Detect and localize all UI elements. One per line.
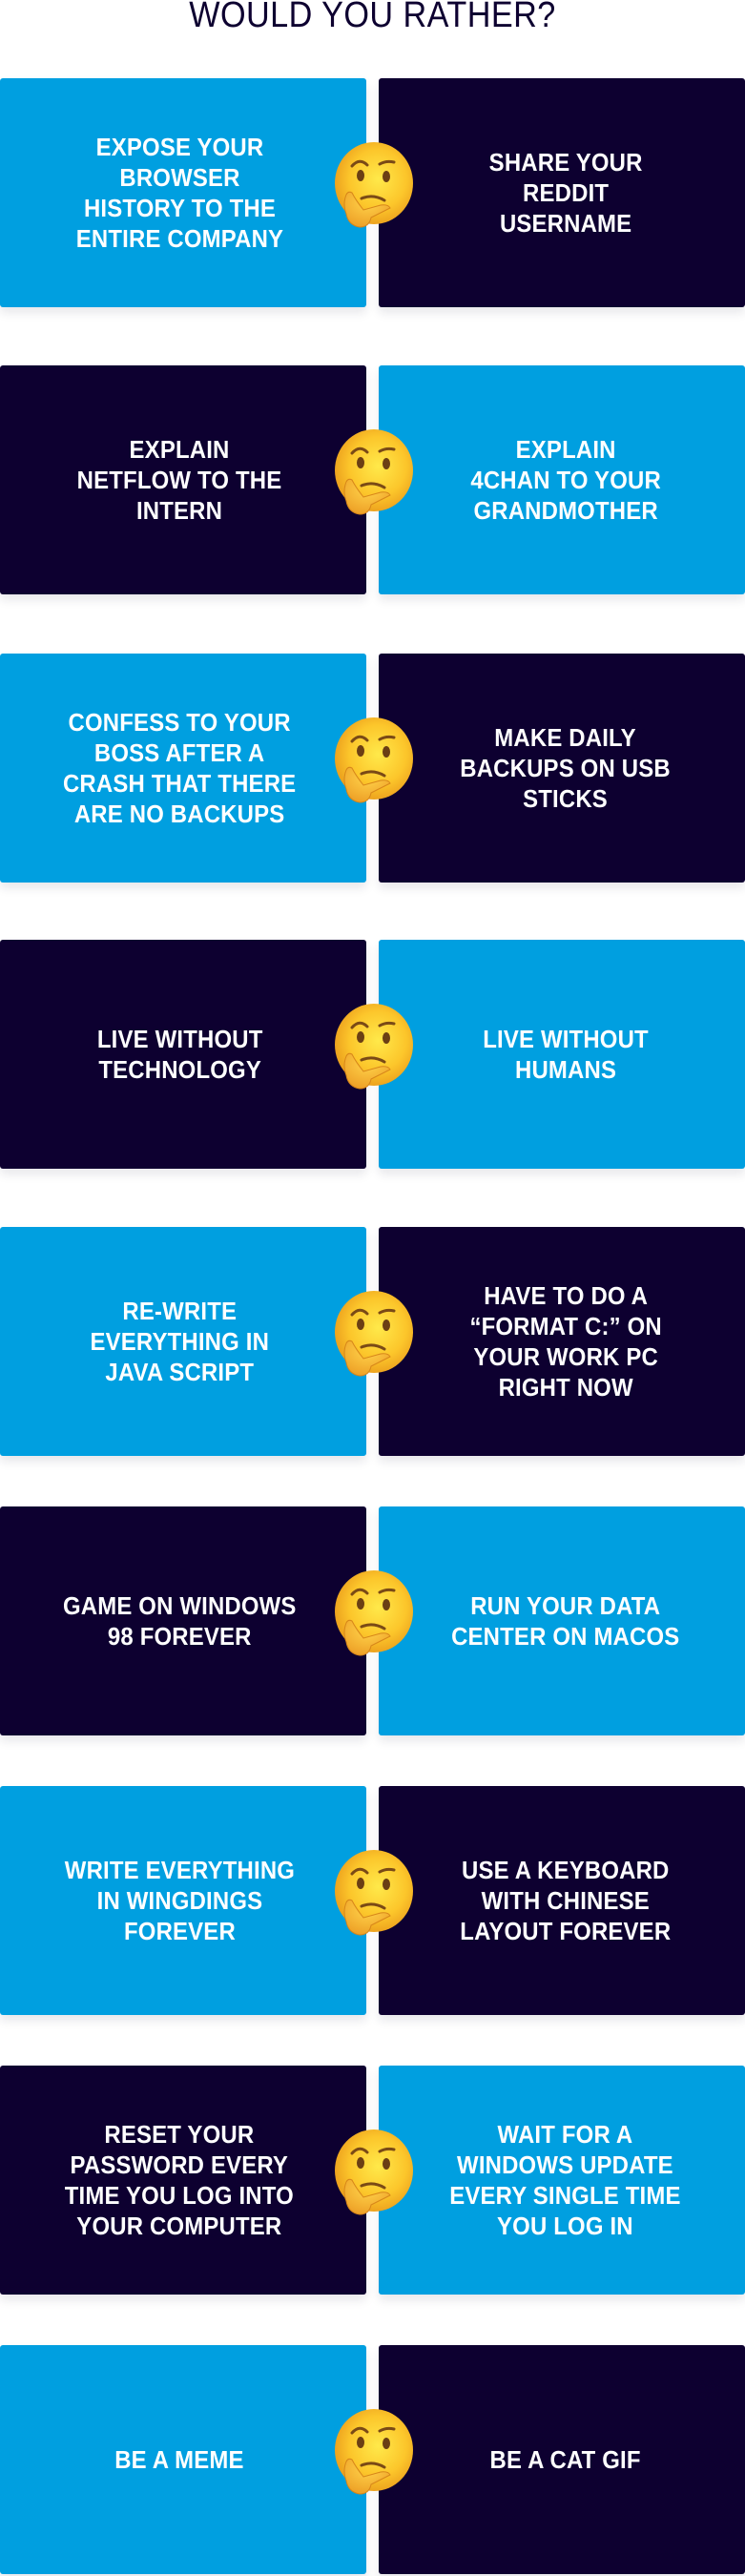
option-card-right[interactable]: BE A CAT GIF [379,2345,745,2574]
thinking-face-icon [331,717,413,808]
option-text: EXPOSE YOUR BROWSER HISTORY TO THE ENTIR… [75,133,284,253]
option-text: EXPLAIN 4CHAN TO YOUR GRANDMOTHER [469,435,661,525]
thinking-face-icon [331,2408,413,2500]
option-text: CONFESS TO YOUR BOSS AFTER A CRASH THAT … [63,708,297,828]
option-text: LIVE WITHOUT HUMANS [482,1025,649,1084]
option-text: BE A MEME [114,2445,245,2474]
option-card-left[interactable]: EXPOSE YOUR BROWSER HISTORY TO THE ENTIR… [0,78,366,307]
thinking-face-icon [331,428,413,520]
thinking-face-icon [331,1569,413,1661]
thinking-face-icon [331,1849,413,1941]
option-text: RUN YOUR DATA CENTER ON MACOS [451,1591,680,1651]
question-row: CONFESS TO YOUR BOSS AFTER A CRASH THAT … [0,654,745,883]
question-row: WRITE EVERYTHING IN WINGDINGS FOREVER USE… [0,1786,745,2015]
question-row: GAME ON WINDOWS 98 FOREVER RUN YOUR DATA … [0,1506,745,1735]
thinking-face-icon [331,2129,413,2220]
option-card-right[interactable]: MAKE DAILY BACKUPS ON USB STICKS [379,654,745,883]
option-text: USE A KEYBOARD WITH CHINESE LAYOUT FOREV… [460,1856,672,1945]
option-card-left[interactable]: LIVE WITHOUT TECHNOLOGY [0,940,366,1169]
option-text: EXPLAIN NETFLOW TO THE INTERN [76,435,282,525]
option-card-right[interactable]: WAIT FOR A WINDOWS UPDATE EVERY SINGLE T… [379,2066,745,2295]
thinking-face-icon [331,141,413,233]
option-card-right[interactable]: USE A KEYBOARD WITH CHINESE LAYOUT FOREV… [379,1786,745,2015]
option-card-right[interactable]: EXPLAIN 4CHAN TO YOUR GRANDMOTHER [379,365,745,594]
option-card-left[interactable]: GAME ON WINDOWS 98 FOREVER [0,1506,366,1735]
option-card-left[interactable]: EXPLAIN NETFLOW TO THE INTERN [0,365,366,594]
option-card-right[interactable]: RUN YOUR DATA CENTER ON MACOS [379,1506,745,1735]
option-card-left[interactable]: RESET YOUR PASSWORD EVERY TIME YOU LOG I… [0,2066,366,2295]
option-text: SHARE YOUR REDDIT USERNAME [488,148,643,238]
option-text: LIVE WITHOUT TECHNOLOGY [96,1025,263,1084]
option-text: HAVE TO DO A “FORMAT C:” ON YOUR WORK PC… [468,1281,662,1402]
question-row: BE A MEME BE A CAT GIF [0,2345,745,2574]
option-card-left[interactable]: WRITE EVERYTHING IN WINGDINGS FOREVER [0,1786,366,2015]
option-card-left[interactable]: RE-WRITE EVERYTHING IN JAVA SCRIPT [0,1227,366,1456]
option-card-right[interactable]: LIVE WITHOUT HUMANS [379,940,745,1169]
thinking-face-icon [331,1003,413,1094]
option-text: MAKE DAILY BACKUPS ON USB STICKS [460,723,671,813]
option-text: GAME ON WINDOWS 98 FOREVER [63,1591,297,1651]
option-text: RE-WRITE EVERYTHING IN JAVA SCRIPT [90,1297,270,1386]
option-card-left[interactable]: BE A MEME [0,2345,366,2574]
question-row: EXPLAIN NETFLOW TO THE INTERN EXPLAIN 4CH… [0,365,745,594]
question-row: RESET YOUR PASSWORD EVERY TIME YOU LOG I… [0,2066,745,2295]
option-text: BE A CAT GIF [489,2445,641,2474]
option-text: RESET YOUR PASSWORD EVERY TIME YOU LOG I… [65,2120,295,2240]
option-card-left[interactable]: CONFESS TO YOUR BOSS AFTER A CRASH THAT … [0,654,366,883]
option-card-right[interactable]: HAVE TO DO A “FORMAT C:” ON YOUR WORK PC… [379,1227,745,1456]
page-title: WOULD YOU RATHER? [189,0,556,35]
option-card-right[interactable]: SHARE YOUR REDDIT USERNAME [379,78,745,307]
question-row: LIVE WITHOUT TECHNOLOGY LIVE WITHOUT HUMA… [0,940,745,1169]
option-text: WAIT FOR A WINDOWS UPDATE EVERY SINGLE T… [449,2120,681,2240]
question-row: EXPOSE YOUR BROWSER HISTORY TO THE ENTIR… [0,78,745,307]
thinking-face-icon [331,1290,413,1381]
question-row: RE-WRITE EVERYTHING IN JAVA SCRIPT HAVE T… [0,1227,745,1456]
option-text: WRITE EVERYTHING IN WINGDINGS FOREVER [64,1856,295,1945]
